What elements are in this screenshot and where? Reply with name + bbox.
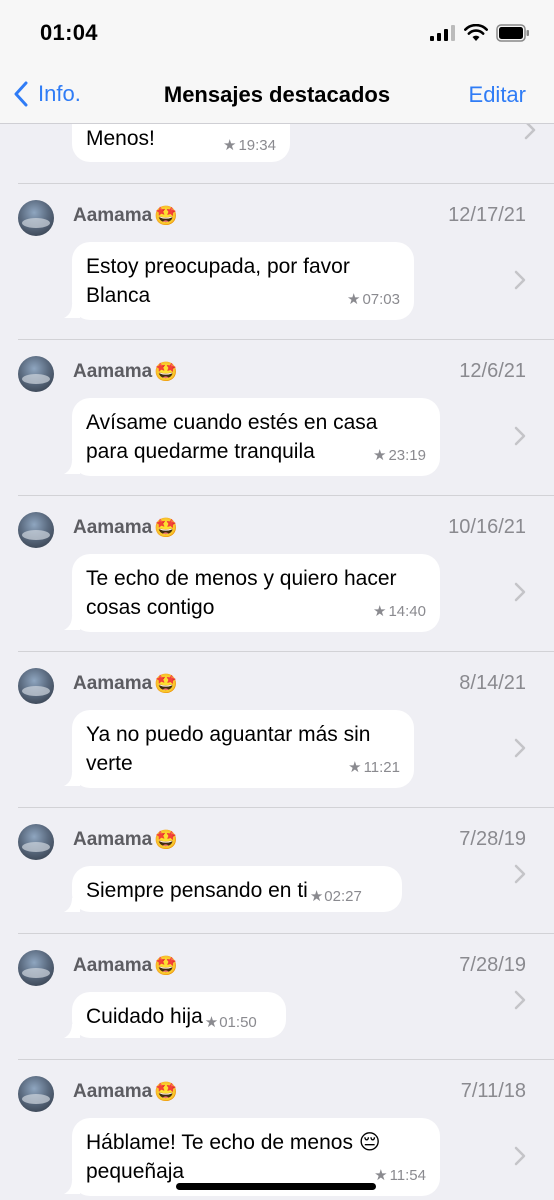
message-date: 7/11/18: [460, 1080, 526, 1102]
chevron-right-icon[interactable]: [514, 738, 526, 758]
chevron-right-icon[interactable]: [514, 426, 526, 446]
message-bubble: Cuidado hija ★ 01:50: [72, 992, 286, 1038]
chevron-right-icon[interactable]: [514, 582, 526, 602]
avatar: [18, 356, 54, 392]
message-timestamp: ★ 19:34: [223, 131, 276, 160]
message-date: 8/14/21: [459, 672, 526, 694]
chevron-right-icon[interactable]: [524, 124, 536, 140]
status-bar: 01:04: [0, 0, 554, 66]
chevron-right-icon[interactable]: [514, 1146, 526, 1166]
message-date: 12/17/21: [448, 204, 526, 226]
star-icon: ★: [204, 1014, 219, 1031]
navigation-bar: Info. Mensajes destacados Editar: [0, 66, 554, 124]
cellular-signal-icon: [430, 25, 455, 41]
list-item[interactable]: Aamama 🤩 8/14/21 Ya no puedo aguantar má…: [0, 652, 554, 808]
sender-name: Aamama 🤩: [73, 955, 178, 977]
star-icon: ★: [309, 888, 324, 905]
message-bubble: Siempre pensando en ti ★ 02:27: [72, 866, 402, 912]
message-timestamp: ★ 11:54: [374, 1161, 426, 1190]
list-item[interactable]: Aamama 🤩 7/11/18 Háblame! Te echo de men…: [0, 1060, 554, 1200]
chevron-right-icon[interactable]: [514, 864, 526, 884]
message-bubble: Ya no puedo aguantar más sin verte ★ 11:…: [72, 710, 414, 788]
list-item[interactable]: Aamama 🤩 7/28/19 Siempre pensando en ti …: [0, 808, 554, 934]
star-struck-emoji-icon: 🤩: [154, 674, 178, 695]
list-item[interactable]: Aamama 🤩 7/28/19 Cuidado hija ★ 01:50: [0, 934, 554, 1060]
message-date: 12/6/21: [459, 360, 526, 382]
battery-icon: [496, 24, 529, 42]
list-item[interactable]: Aamama 🤩 12/17/21 Estoy preocupada, por …: [0, 184, 554, 340]
sender-name: Aamama 🤩: [73, 673, 178, 695]
message-text: Háblame! Te echo de menos 😔 pequeñaja: [86, 1131, 381, 1183]
star-struck-emoji-icon: 🤩: [154, 956, 178, 977]
home-indicator[interactable]: [176, 1183, 376, 1190]
star-icon: ★: [348, 759, 362, 776]
message-text: Estoy preocupada, por favor Blanca: [86, 255, 350, 307]
avatar: [18, 950, 54, 986]
sender-name: Aamama 🤩: [73, 361, 178, 383]
message-text: Ya no puedo aguantar más sin verte: [86, 723, 371, 775]
message-timestamp: ★ 14:40: [373, 597, 426, 626]
star-struck-emoji-icon: 🤩: [154, 362, 178, 383]
message-text: Avísame cuando estés en casa para quedar…: [86, 411, 378, 463]
edit-button[interactable]: Editar: [469, 82, 526, 108]
list-item[interactable]: Menos! ★ 19:34: [18, 124, 554, 184]
message-date: 7/28/19: [459, 828, 526, 850]
sender-name: Aamama 🤩: [73, 205, 178, 227]
avatar: [18, 200, 54, 236]
message-text: Cuidado hija: [86, 1005, 203, 1028]
list-item[interactable]: Aamama 🤩 10/16/21 Te echo de menos y qui…: [0, 496, 554, 652]
star-struck-emoji-icon: 🤩: [154, 518, 178, 539]
status-time: 01:04: [40, 20, 98, 45]
message-timestamp: ★ 11:21: [348, 753, 400, 782]
message-bubble: Menos! ★ 19:34: [72, 124, 290, 162]
message-date: 10/16/21: [448, 516, 526, 538]
message-timestamp: ★ 02:27: [310, 882, 362, 911]
star-icon: ★: [347, 291, 361, 308]
message-timestamp: ★ 23:19: [373, 441, 426, 470]
chevron-right-icon[interactable]: [514, 270, 526, 290]
list-item[interactable]: Aamama 🤩 12/6/21 Avísame cuando estés en…: [0, 340, 554, 496]
starred-messages-list: Menos! ★ 19:34 Aamama 🤩 12/17/21 Estoy p…: [0, 124, 554, 1200]
sender-name: Aamama 🤩: [73, 517, 178, 539]
star-icon: ★: [373, 603, 387, 620]
message-bubble: Estoy preocupada, por favor Blanca ★ 07:…: [72, 242, 414, 320]
avatar: [18, 512, 54, 548]
star-struck-emoji-icon: 🤩: [154, 206, 178, 227]
message-date: 7/28/19: [459, 954, 526, 976]
message-text: Siempre pensando en ti: [86, 879, 308, 902]
status-icons: [430, 22, 530, 44]
message-bubble: Te echo de menos y quiero hacer cosas co…: [72, 554, 440, 632]
chevron-right-icon[interactable]: [514, 990, 526, 1010]
star-struck-emoji-icon: 🤩: [154, 830, 178, 851]
message-text: Menos!: [86, 127, 155, 150]
star-icon: ★: [223, 137, 237, 154]
star-icon: ★: [374, 1167, 388, 1184]
star-struck-emoji-icon: 🤩: [154, 1082, 178, 1103]
message-bubble: Avísame cuando estés en casa para quedar…: [72, 398, 440, 476]
message-text: Te echo de menos y quiero hacer cosas co…: [86, 567, 397, 619]
avatar: [18, 668, 54, 704]
wifi-icon: [464, 24, 488, 41]
star-icon: ★: [373, 447, 387, 464]
sender-name: Aamama 🤩: [73, 829, 178, 851]
avatar: [18, 824, 54, 860]
message-timestamp: ★ 07:03: [347, 285, 400, 314]
avatar: [18, 1076, 54, 1112]
sender-name: Aamama 🤩: [73, 1081, 178, 1103]
message-timestamp: ★ 01:50: [205, 1008, 257, 1037]
